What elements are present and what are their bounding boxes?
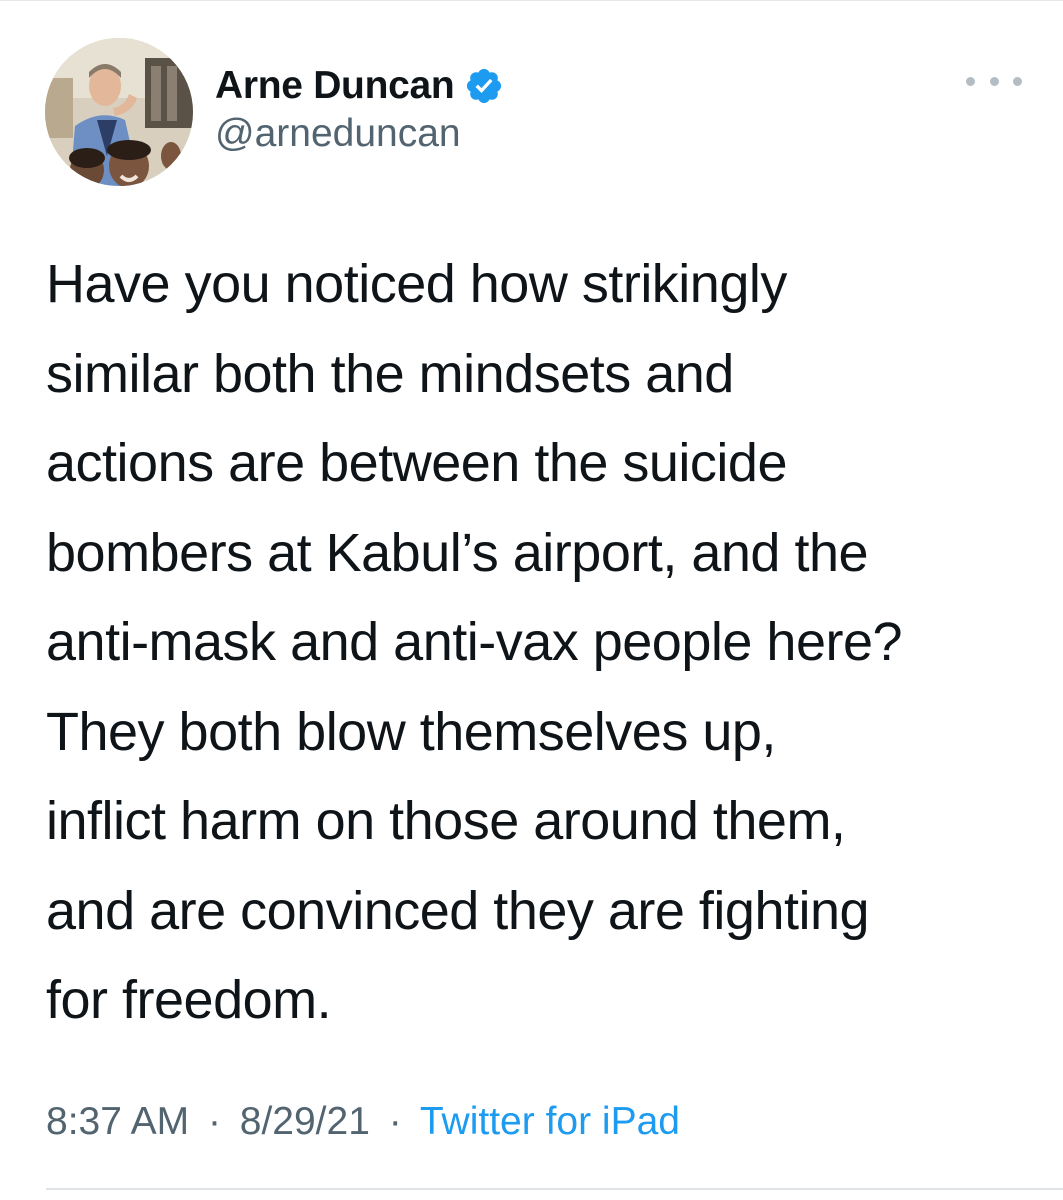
author-handle[interactable]: @arneduncan [215, 112, 461, 156]
author-name-row[interactable]: Arne Duncan [215, 58, 504, 114]
more-options-icon-dot [989, 76, 999, 86]
meta-separator: · [207, 1100, 221, 1143]
meta-separator: · [388, 1100, 402, 1143]
more-options-icon [966, 76, 975, 86]
tweet-time[interactable]: 8:37 AM [46, 1100, 189, 1143]
verified-badge-icon [464, 66, 504, 106]
bottom-divider [46, 1188, 1063, 1190]
tweet-date[interactable]: 8/29/21 [240, 1100, 370, 1143]
tweet-card: Arne Duncan @arneduncan Have you noticed… [0, 0, 1063, 1200]
more-options-icon-dot [1013, 76, 1022, 86]
tweet-metadata: 8:37 AM · 8/29/21 · Twitter for iPad [46, 1100, 680, 1144]
more-options-button[interactable] [966, 66, 1022, 96]
tweet-source-link[interactable]: Twitter for iPad [420, 1100, 680, 1143]
author-display-name[interactable]: Arne Duncan [215, 64, 455, 108]
tweet-text: Have you noticed how strikingly similar … [46, 254, 903, 1030]
profile-photo-icon [45, 38, 193, 186]
avatar[interactable] [45, 38, 193, 186]
